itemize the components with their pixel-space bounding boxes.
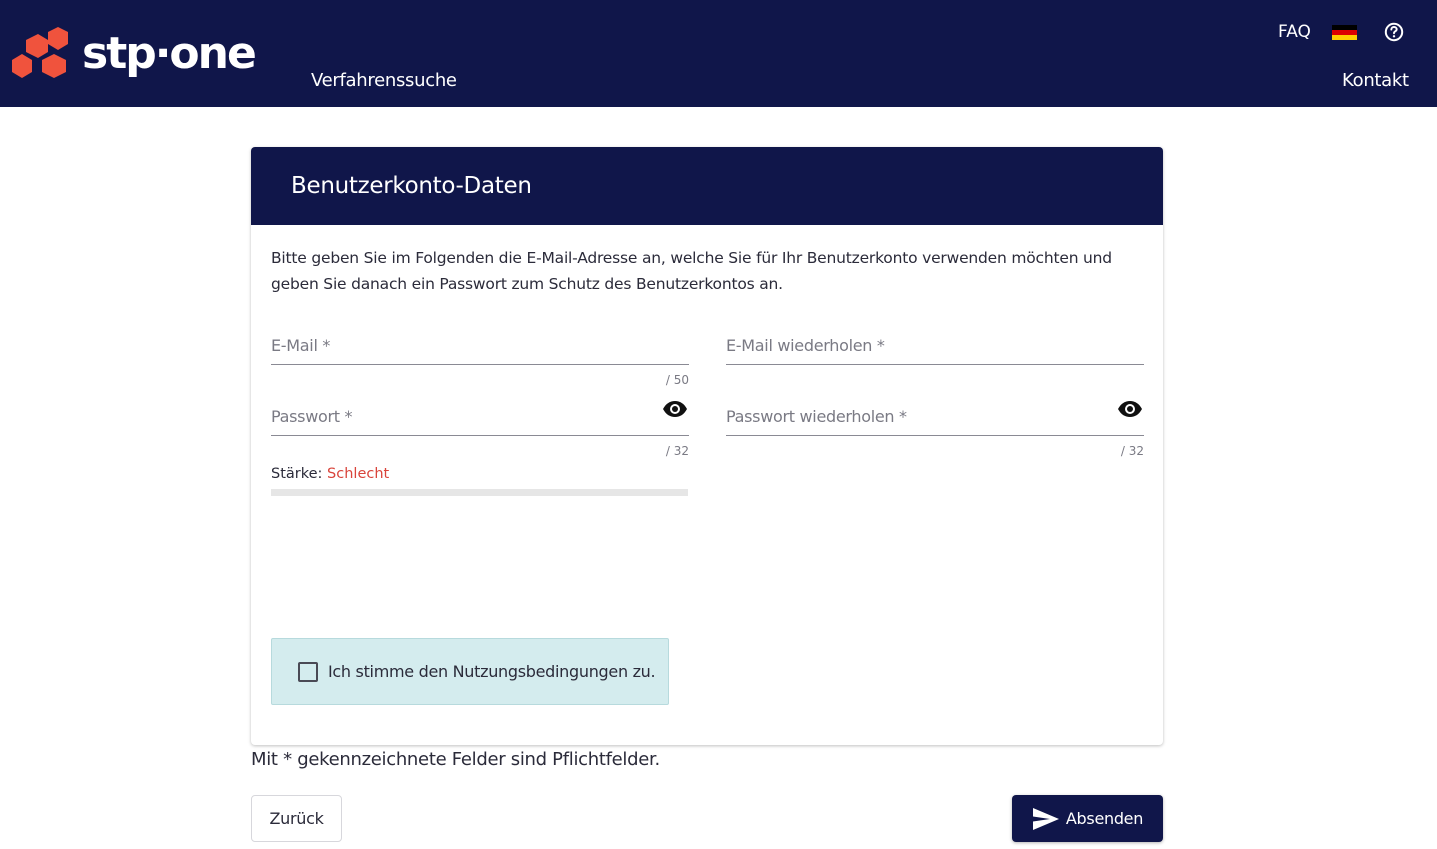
account-data-card: Benutzerkonto-Daten Bitte geben Sie im F… — [251, 147, 1163, 745]
password-char-counter: / 32 — [629, 444, 689, 458]
eye-icon[interactable] — [662, 400, 688, 418]
question-circle-icon[interactable] — [1384, 22, 1404, 42]
password-input[interactable] — [271, 398, 651, 434]
password-field[interactable] — [271, 398, 689, 436]
email-repeat-field[interactable] — [726, 327, 1144, 365]
password-repeat-char-counter: / 32 — [1084, 444, 1144, 458]
stp-one-logo-icon[interactable] — [12, 26, 70, 86]
eye-icon[interactable] — [1117, 400, 1143, 418]
brand-name[interactable]: stp·one — [82, 26, 255, 82]
email-field[interactable] — [271, 327, 689, 365]
send-icon — [1032, 807, 1060, 831]
germany-flag-icon[interactable] — [1332, 25, 1357, 40]
email-input[interactable] — [271, 327, 651, 363]
back-button[interactable]: Zurück — [251, 795, 342, 842]
strength-label: Stärke: — [271, 466, 322, 482]
card-header: Benutzerkonto-Daten — [251, 147, 1163, 225]
card-title: Benutzerkonto-Daten — [291, 173, 532, 199]
strength-meter — [271, 489, 688, 496]
terms-checkbox[interactable] — [298, 662, 318, 682]
password-repeat-input[interactable] — [726, 398, 1106, 434]
terms-consent[interactable]: Ich stimme den Nutzungsbedingungen zu. — [271, 638, 669, 705]
password-repeat-field[interactable] — [726, 398, 1144, 436]
required-fields-note: Mit * gekennzeichnete Felder sind Pflich… — [251, 749, 660, 770]
strength-value: Schlecht — [327, 466, 389, 482]
password-strength: Stärke: Schlecht — [271, 466, 389, 482]
intro-text: Bitte geben Sie im Folgenden die E-Mail-… — [271, 245, 1131, 297]
email-char-counter: / 50 — [629, 373, 689, 387]
contact-link[interactable]: Kontakt — [1342, 70, 1409, 91]
submit-button[interactable]: Absenden — [1012, 795, 1163, 842]
top-navigation-bar: stp·one Verfahrenssuche FAQ Kontakt — [0, 0, 1437, 107]
terms-consent-label[interactable]: Ich stimme den Nutzungsbedingungen zu. — [328, 662, 655, 681]
email-repeat-input[interactable] — [726, 327, 1106, 363]
nav-link-verfahrenssuche[interactable]: Verfahrenssuche — [311, 70, 457, 91]
submit-label[interactable]: Absenden — [1066, 809, 1143, 828]
faq-link[interactable]: FAQ — [1278, 22, 1311, 42]
